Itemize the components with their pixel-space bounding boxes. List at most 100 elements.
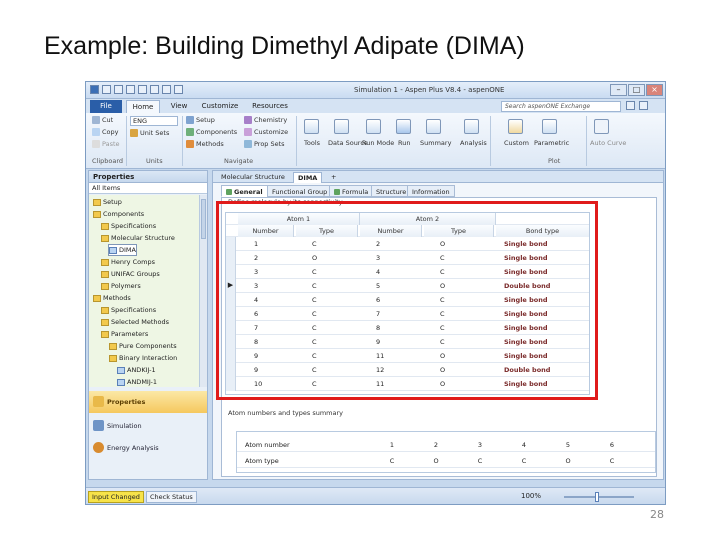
setup-button[interactable]: Setup bbox=[186, 116, 215, 124]
prop-sets-icon bbox=[244, 140, 252, 148]
stop-icon[interactable] bbox=[162, 85, 171, 94]
tab-dima[interactable]: DIMA bbox=[293, 172, 323, 183]
add-tab-button[interactable]: + bbox=[327, 172, 340, 183]
input-changed-button[interactable]: Input Changed bbox=[88, 491, 144, 503]
tree-item[interactable]: ANDKIJ-1 bbox=[117, 365, 156, 375]
summary-cell: C bbox=[521, 457, 527, 465]
scroll-thumb[interactable] bbox=[201, 199, 206, 239]
summary-cell: O bbox=[565, 457, 571, 465]
tree-scrollbar[interactable] bbox=[199, 195, 207, 387]
properties-panel: Properties All Items Setup Components Spec… bbox=[88, 170, 208, 480]
tree-item[interactable]: Polymers bbox=[101, 281, 141, 291]
tree-item-label: Components bbox=[103, 210, 145, 218]
tree-item[interactable]: Setup bbox=[93, 197, 122, 207]
tab-molecular-structure[interactable]: Molecular Structure bbox=[217, 172, 289, 183]
tab-structure[interactable]: Structure bbox=[371, 185, 412, 197]
run-quick-icon[interactable] bbox=[150, 85, 159, 94]
tab-customize[interactable]: Customize bbox=[198, 100, 242, 113]
check-icon bbox=[226, 189, 232, 195]
tree-item[interactable]: ANDMIJ-1 bbox=[117, 377, 157, 387]
copy-button[interactable]: Copy bbox=[92, 128, 119, 136]
search-input[interactable]: Search aspenONE Exchange bbox=[501, 101, 621, 112]
tree-item-label: Polymers bbox=[111, 282, 141, 290]
unit-sets-button[interactable]: Unit Sets bbox=[130, 129, 169, 137]
prop-sets-button[interactable]: Prop Sets bbox=[244, 140, 285, 148]
run-mode-label: Run Mode bbox=[362, 139, 395, 147]
tree-item[interactable]: Specifications bbox=[101, 221, 156, 231]
tree-filter[interactable]: All Items bbox=[89, 183, 207, 194]
tree-item[interactable]: Components bbox=[93, 209, 144, 219]
undo-icon[interactable] bbox=[114, 85, 123, 94]
tree-item-label: Parameters bbox=[111, 330, 149, 338]
tab-view[interactable]: View bbox=[166, 100, 192, 113]
minimize-button[interactable]: – bbox=[610, 84, 627, 96]
analysis-icon[interactable] bbox=[464, 119, 479, 134]
custom-plot-icon[interactable] bbox=[508, 119, 523, 134]
run-mode-icon[interactable] bbox=[366, 119, 381, 134]
cut-button[interactable]: Cut bbox=[92, 116, 113, 124]
folder-icon bbox=[93, 294, 101, 302]
title-bar: Simulation 1 - Aspen Plus V8.4 - aspenON… bbox=[86, 82, 665, 99]
tree-item-label: Setup bbox=[103, 198, 122, 206]
methods-button[interactable]: Methods bbox=[186, 140, 224, 148]
parametric-plot-icon[interactable] bbox=[542, 119, 557, 134]
next-icon[interactable] bbox=[138, 85, 147, 94]
nav-simulation[interactable]: Simulation bbox=[89, 415, 207, 437]
tab-formula[interactable]: Formula bbox=[329, 185, 374, 197]
scissors-icon bbox=[92, 116, 100, 124]
navigation-tree: Setup Components Specifications Molecular S… bbox=[89, 195, 199, 387]
customize-button[interactable]: Customize bbox=[244, 128, 288, 136]
tools-icon[interactable] bbox=[304, 119, 319, 134]
units-combo[interactable]: ENG bbox=[130, 116, 178, 126]
tree-item[interactable]: Pure Components bbox=[109, 341, 177, 351]
help-icon[interactable] bbox=[639, 101, 648, 110]
save-icon[interactable] bbox=[102, 85, 111, 94]
tab-file[interactable]: File bbox=[90, 100, 122, 113]
components-button[interactable]: Components bbox=[186, 128, 237, 136]
tree-item[interactable]: Parameters bbox=[101, 329, 148, 339]
tree-item[interactable]: Selected Methods bbox=[101, 317, 169, 327]
tree-item[interactable]: Methods bbox=[93, 293, 131, 303]
chemistry-button[interactable]: Chemistry bbox=[244, 116, 287, 124]
auto-curve-icon[interactable] bbox=[594, 119, 609, 134]
redo-icon[interactable] bbox=[126, 85, 135, 94]
tree-item-label: ANDMIJ-1 bbox=[127, 378, 158, 386]
tree-item[interactable]: Molecular Structure bbox=[101, 233, 175, 243]
paste-button[interactable]: Paste bbox=[92, 140, 120, 148]
tree-item[interactable]: Specifications bbox=[101, 305, 156, 315]
check-status-button[interactable]: Check Status bbox=[146, 491, 197, 503]
tab-information[interactable]: Information bbox=[407, 185, 455, 197]
form-icon bbox=[109, 246, 117, 254]
summary-cell: C bbox=[609, 457, 615, 465]
folder-icon bbox=[93, 210, 101, 218]
atom-summary-table: Atom number 1 2 3 4 5 6 Atom type C O C … bbox=[236, 431, 656, 473]
tree-item[interactable]: Henry Comps bbox=[101, 257, 155, 267]
nav-energy-analysis[interactable]: Energy Analysis bbox=[89, 437, 207, 459]
folder-icon bbox=[101, 318, 109, 326]
summary-icon[interactable] bbox=[426, 119, 441, 134]
tab-functional-group[interactable]: Functional Group bbox=[267, 185, 333, 197]
tree-item-label: Selected Methods bbox=[111, 318, 170, 326]
search-icon[interactable] bbox=[626, 101, 635, 110]
tab-home[interactable]: Home bbox=[126, 100, 160, 113]
tree-item[interactable]: DIMA bbox=[108, 244, 137, 256]
zoom-slider[interactable] bbox=[564, 496, 634, 498]
tree-item[interactable]: Binary Interaction bbox=[109, 353, 177, 363]
copy-icon bbox=[92, 128, 100, 136]
summary-cell: C bbox=[477, 457, 483, 465]
nav-properties[interactable]: Properties bbox=[89, 391, 207, 413]
reset-icon[interactable] bbox=[174, 85, 183, 94]
app-icon[interactable] bbox=[90, 85, 99, 94]
data-source-icon[interactable] bbox=[334, 119, 349, 134]
run-icon[interactable] bbox=[396, 119, 411, 134]
group-clipboard: Clipboard bbox=[92, 157, 124, 165]
maximize-button[interactable]: □ bbox=[628, 84, 645, 96]
zoom-slider-thumb[interactable] bbox=[595, 492, 599, 502]
tab-general[interactable]: General bbox=[221, 185, 268, 197]
summary-cell: O bbox=[433, 457, 439, 465]
tab-resources[interactable]: Resources bbox=[248, 100, 292, 113]
tree-item[interactable]: UNIFAC Groups bbox=[101, 269, 160, 279]
summary-cell: 6 bbox=[609, 441, 615, 449]
close-button[interactable]: × bbox=[646, 84, 663, 96]
form-icon bbox=[117, 366, 125, 374]
